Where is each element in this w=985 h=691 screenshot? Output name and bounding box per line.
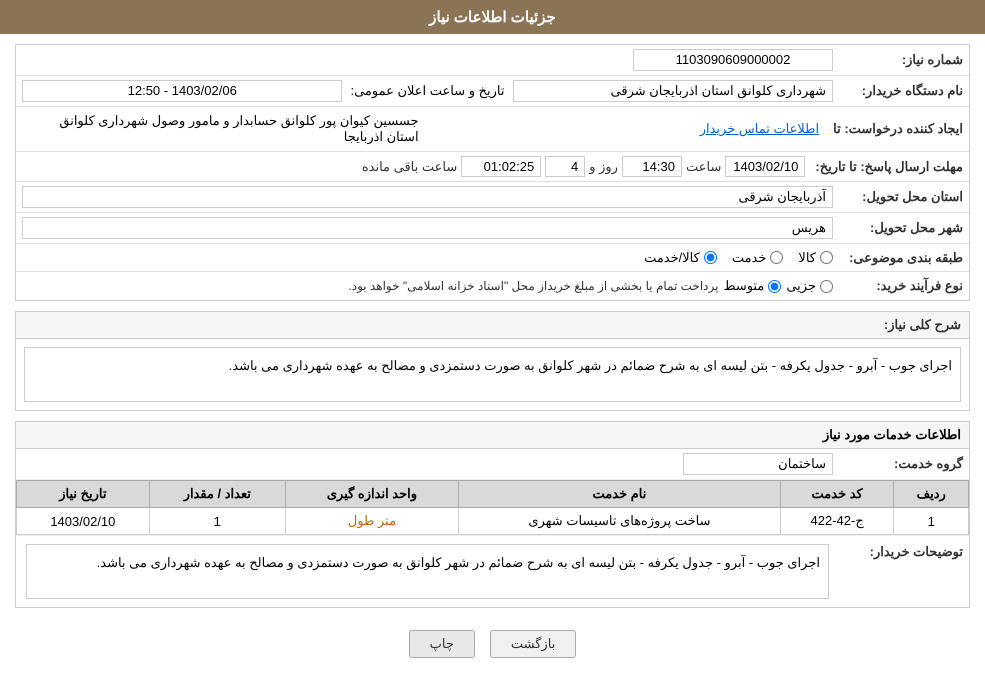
deadline-label: مهلت ارسال پاسخ: تا تاریخ: <box>805 159 963 175</box>
category-row: طبقه بندی موضوعی: کالا خدمت کالا/خدمت <box>16 244 969 272</box>
col-date: تاریخ نیاز <box>17 481 150 508</box>
request-number-row: شماره نیاز: 1103090609000002 <box>16 45 969 76</box>
services-section: اطلاعات خدمات مورد نیاز گروه خدمت: ساختم… <box>15 421 970 608</box>
group-label: گروه خدمت: <box>833 456 963 472</box>
purchase-type-row: نوع فرآیند خرید: جزیی متوسط پرداخت تمام … <box>16 272 969 300</box>
purchase-type-minor: جزیی <box>786 278 833 294</box>
category-radio-service[interactable] <box>770 251 783 264</box>
cell-name: ساخت پروژه‌های تاسیسات شهری <box>459 508 781 535</box>
category-label-both: کالا/خدمت <box>644 250 700 266</box>
col-name: نام خدمت <box>459 481 781 508</box>
col-index: ردیف <box>894 481 969 508</box>
date-announce-label: تاریخ و ساعت اعلان عمومی: <box>342 83 512 99</box>
description-value: اجرای جوب - آبرو - جدول یکرفه - بتن لیسه… <box>24 347 961 402</box>
category-radio-goods[interactable] <box>820 251 833 264</box>
purchase-radio-minor[interactable] <box>820 280 833 293</box>
page-header: جزئیات اطلاعات نیاز <box>0 0 985 34</box>
org-date-row: نام دستگاه خریدار: شهرداری کلوانق استان … <box>16 76 969 107</box>
cell-qty: 1 <box>149 508 285 535</box>
remaining-label: ساعت باقی مانده <box>362 159 457 175</box>
province-row: استان محل تحویل: آذربایجان شرقی <box>16 182 969 213</box>
creator-row: ایجاد کننده درخواست: تا اطلاعات تماس خری… <box>16 107 969 152</box>
category-options: کالا خدمت کالا/خدمت <box>22 250 833 266</box>
purchase-type-options: جزیی متوسط پرداخت تمام یا بخشی از مبلغ خ… <box>22 278 833 294</box>
province-label: استان محل تحویل: <box>833 189 963 205</box>
description-header: شرح کلی نیاز: <box>16 312 969 339</box>
request-number-value: 1103090609000002 <box>633 49 833 71</box>
services-table-container: ردیف کد خدمت نام خدمت واحد اندازه گیری ت… <box>16 480 969 535</box>
buyer-notes-label: توضیحات خریدار: <box>833 540 963 560</box>
buyer-notes-value: اجرای جوب - آبرو - جدول یکرفه - بتن لیسه… <box>26 544 829 599</box>
category-option-goods: کالا <box>798 250 833 266</box>
org-name-value: شهرداری کلوانق استان اذربایجان شرقی <box>513 80 833 102</box>
group-row: گروه خدمت: ساختمان <box>16 449 969 480</box>
buttons-row: بازگشت چاپ <box>15 618 970 670</box>
time-label: ساعت <box>686 159 721 175</box>
print-button[interactable]: چاپ <box>409 630 475 658</box>
category-option-both: کالا/خدمت <box>644 250 717 266</box>
col-unit: واحد اندازه گیری <box>285 481 458 508</box>
category-label-service: خدمت <box>732 250 767 266</box>
city-row: شهر محل تحویل: هریس <box>16 213 969 244</box>
col-qty: تعداد / مقدار <box>149 481 285 508</box>
table-row: 1 ج-42-422 ساخت پروژه‌های تاسیسات شهری م… <box>17 508 969 535</box>
org-name-label: نام دستگاه خریدار: <box>833 83 963 99</box>
city-value: هریس <box>22 217 833 239</box>
purchase-label-minor: جزیی <box>786 278 816 294</box>
days-label: روز و <box>589 159 618 175</box>
category-label: طبقه بندی موضوعی: <box>833 250 963 266</box>
response-date: 1403/02/10 <box>725 156 805 177</box>
col-code: کد خدمت <box>780 481 894 508</box>
purchase-label-medium: متوسط <box>723 278 764 294</box>
main-form: شماره نیاز: 1103090609000002 نام دستگاه … <box>15 44 970 301</box>
cell-unit: متر طول <box>285 508 458 535</box>
group-value: ساختمان <box>683 453 833 475</box>
purchase-desc: پرداخت تمام یا بخشی از مبلغ خریداز محل "… <box>348 279 718 293</box>
category-label-goods: کالا <box>798 250 816 266</box>
remaining-time: 01:02:25 <box>461 156 541 177</box>
creator-link[interactable]: اطلاعات تماس خریدار <box>423 119 824 139</box>
creator-label: ایجاد کننده درخواست: تا <box>823 121 963 137</box>
cell-index: 1 <box>894 508 969 535</box>
cell-code: ج-42-422 <box>780 508 894 535</box>
services-title: اطلاعات خدمات مورد نیاز <box>16 422 969 449</box>
request-number-label: شماره نیاز: <box>833 52 963 68</box>
response-days: 4 <box>545 156 585 177</box>
purchase-radio-medium[interactable] <box>768 280 781 293</box>
deadline-row: مهلت ارسال پاسخ: تا تاریخ: 1403/02/10 سا… <box>16 152 969 182</box>
back-button[interactable]: بازگشت <box>490 630 576 658</box>
date-announce-value: 1403/02/06 - 12:50 <box>22 80 342 102</box>
services-table: ردیف کد خدمت نام خدمت واحد اندازه گیری ت… <box>16 480 969 535</box>
response-time: 14:30 <box>622 156 682 177</box>
category-radio-both[interactable] <box>704 251 717 264</box>
deadline-values: 1403/02/10 ساعت 14:30 روز و 4 01:02:25 س… <box>22 156 805 177</box>
purchase-type-medium: متوسط <box>723 278 781 294</box>
description-section: شرح کلی نیاز: اجرای جوب - آبرو - جدول یک… <box>15 311 970 411</box>
purchase-type-label: نوع فرآیند خرید: <box>833 278 963 294</box>
province-value: آذربایجان شرقی <box>22 186 833 208</box>
city-label: شهر محل تحویل: <box>833 220 963 236</box>
category-option-service: خدمت <box>732 250 784 266</box>
page-title: جزئیات اطلاعات نیاز <box>429 9 556 26</box>
cell-date: 1403/02/10 <box>17 508 150 535</box>
table-header-row: ردیف کد خدمت نام خدمت واحد اندازه گیری ت… <box>17 481 969 508</box>
creator-value: جسسین کیوان پور کلوانق حسابدار و مامور و… <box>22 111 423 147</box>
description-label: شرح کلی نیاز: <box>884 317 961 332</box>
buyer-notes-section: توضیحات خریدار: اجرای جوب - آبرو - جدول … <box>16 535 969 607</box>
